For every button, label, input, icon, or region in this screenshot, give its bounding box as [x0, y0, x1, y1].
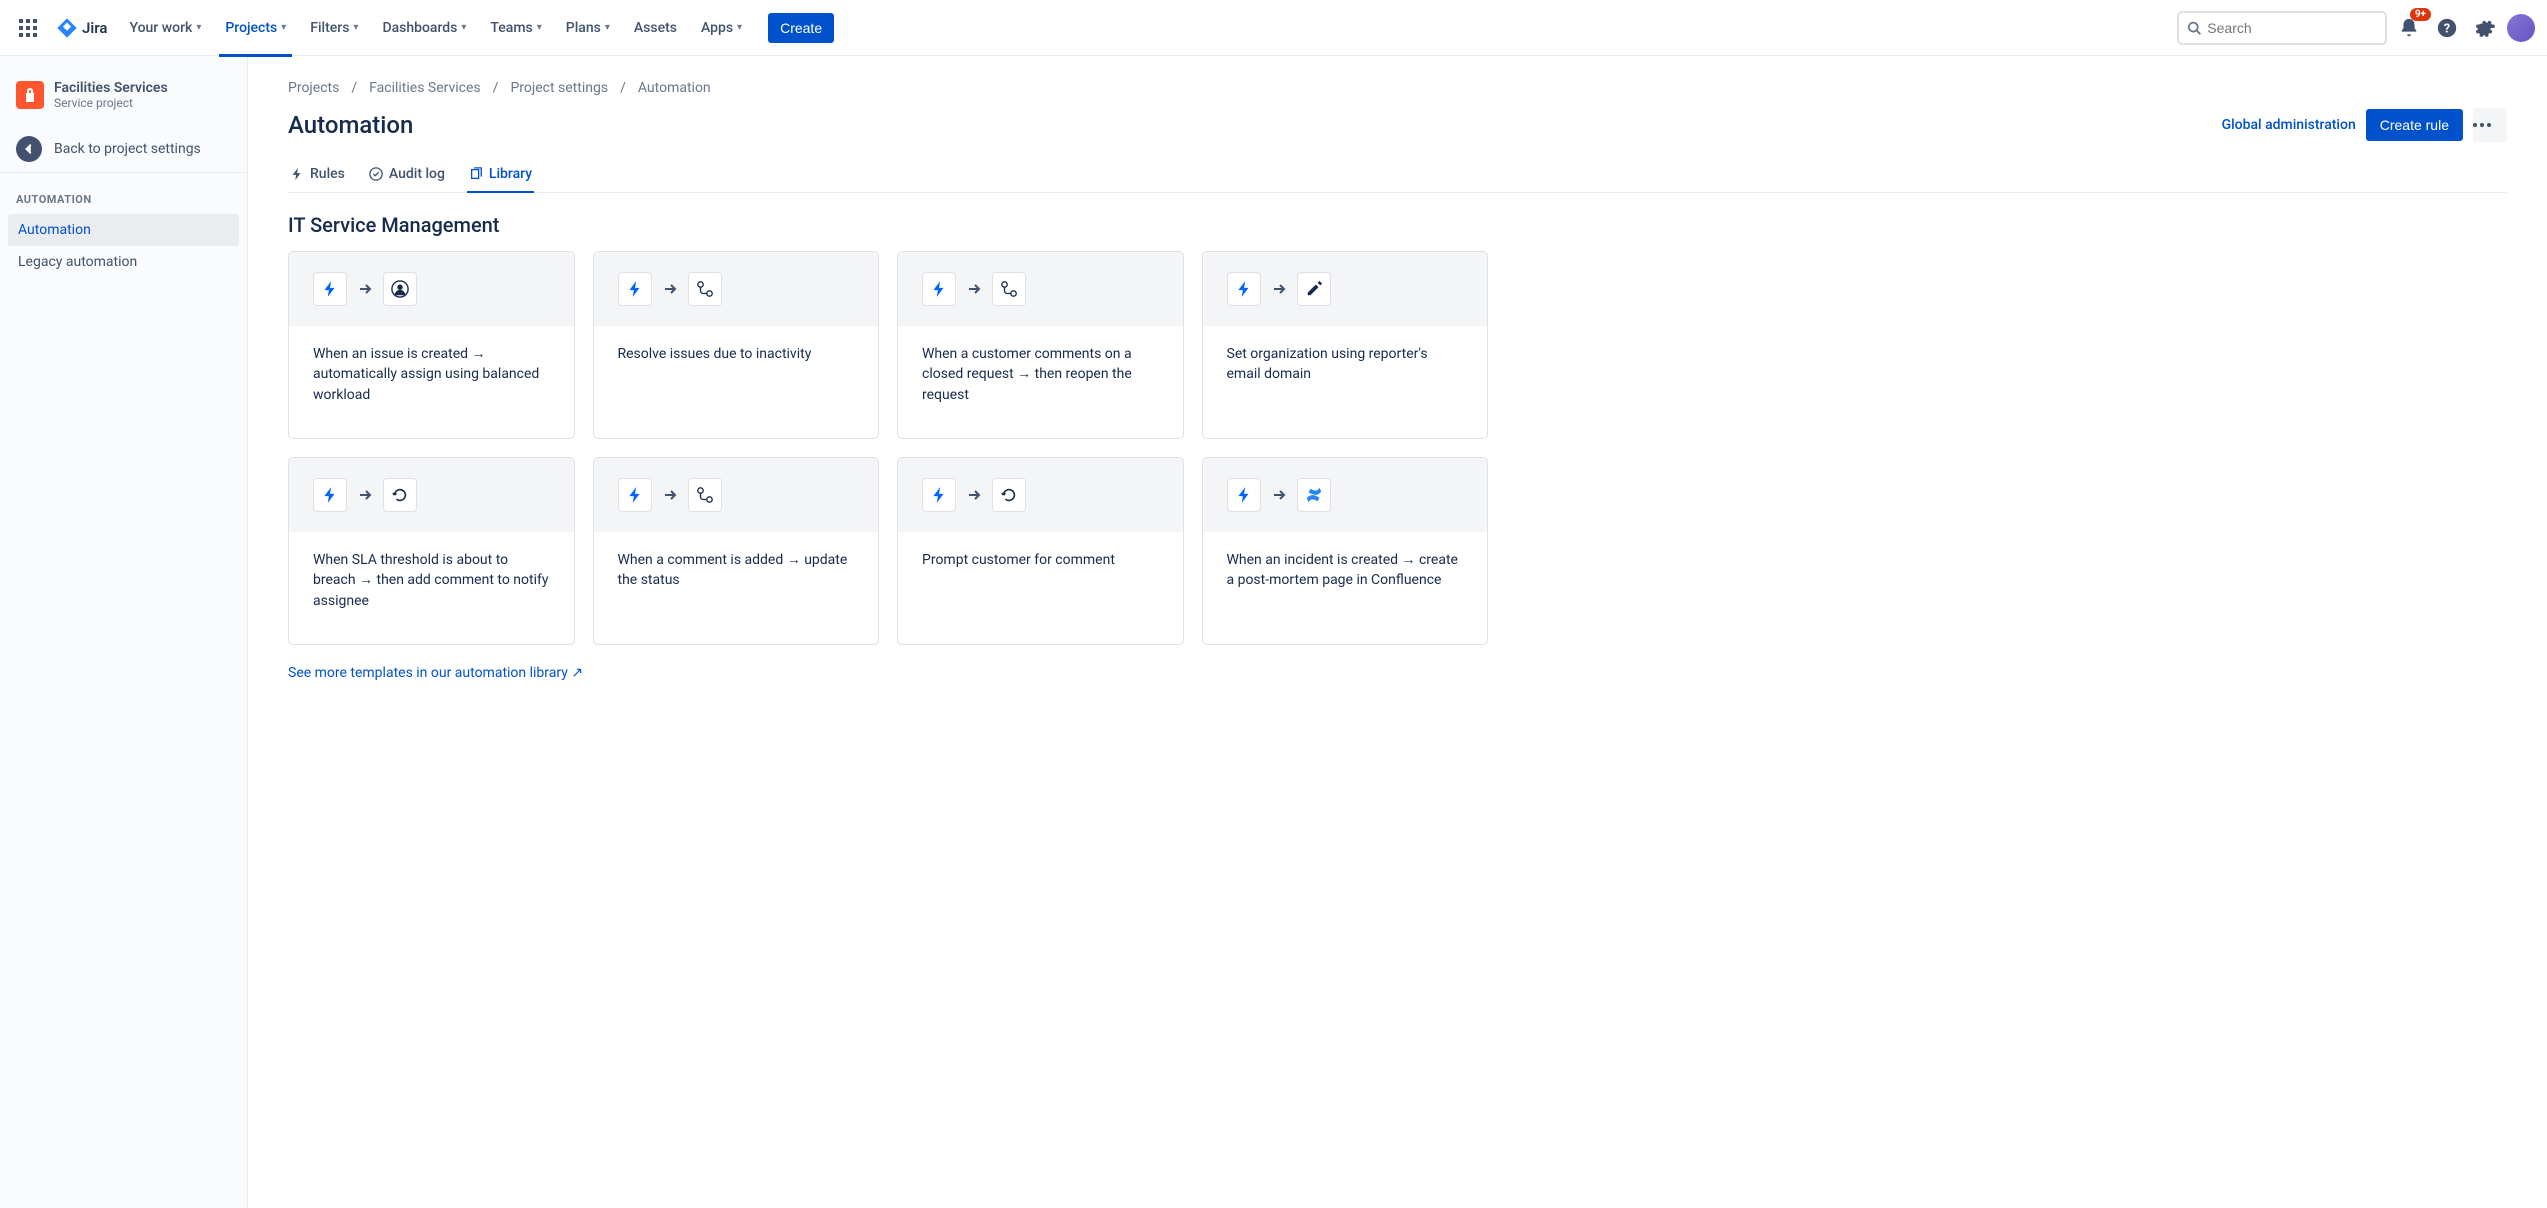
card-description: When SLA threshold is about to breach → …: [289, 532, 574, 644]
arrow-icon: [1271, 487, 1287, 503]
notification-badge: 9+: [2410, 8, 2431, 21]
section-title: IT Service Management: [288, 213, 2507, 237]
template-card[interactable]: When an issue is created → automatically…: [288, 251, 575, 439]
tab-rules[interactable]: Rules: [288, 158, 347, 192]
arrow-icon: [357, 281, 373, 297]
back-arrow-icon: [16, 136, 42, 162]
help-icon[interactable]: ?: [2431, 12, 2463, 44]
arrow-icon: [662, 281, 678, 297]
trigger-icon: [618, 272, 652, 306]
back-to-settings[interactable]: Back to project settings: [0, 126, 247, 173]
action-icon: [1297, 478, 1331, 512]
template-card[interactable]: When an incident is created → create a p…: [1202, 457, 1489, 645]
breadcrumb-automation[interactable]: Automation: [638, 80, 711, 96]
nav-plans[interactable]: Plans▾: [556, 12, 620, 44]
tab-audit-log[interactable]: Audit log: [367, 158, 447, 192]
trigger-icon: [922, 478, 956, 512]
project-header[interactable]: Facilities Services Service project: [8, 76, 239, 126]
action-icon: [688, 478, 722, 512]
action-icon: [383, 272, 417, 306]
action-icon: [383, 478, 417, 512]
action-icon: [992, 272, 1026, 306]
top-nav: Jira Your work▾ Projects▾ Filters▾ Dashb…: [0, 0, 2547, 56]
breadcrumb-projects[interactable]: Projects: [288, 80, 339, 96]
trigger-icon: [313, 478, 347, 512]
trigger-icon: [1227, 272, 1261, 306]
breadcrumb-facilities[interactable]: Facilities Services: [369, 80, 481, 96]
trigger-icon: [922, 272, 956, 306]
card-description: When an incident is created → create a p…: [1203, 532, 1488, 644]
search-icon: [2187, 20, 2201, 36]
more-actions-button[interactable]: [2473, 108, 2507, 142]
template-card[interactable]: Resolve issues due to inactivity: [593, 251, 880, 439]
tabs: Rules Audit log Library: [288, 158, 2507, 193]
card-description: Prompt customer for comment: [898, 532, 1183, 644]
nav-apps[interactable]: Apps▾: [691, 12, 752, 44]
jira-logo[interactable]: Jira: [48, 17, 115, 39]
search-input[interactable]: [2177, 11, 2387, 45]
back-label: Back to project settings: [54, 141, 201, 157]
card-description: When an issue is created → automatically…: [289, 326, 574, 438]
more-icon: [2473, 123, 2491, 127]
see-more-link[interactable]: See more templates in our automation lib…: [288, 665, 2507, 681]
nav-projects[interactable]: Projects▾: [215, 12, 296, 44]
nav-filters[interactable]: Filters▾: [300, 12, 368, 44]
card-description: When a comment is added → update the sta…: [594, 532, 879, 644]
trigger-icon: [618, 478, 652, 512]
template-card[interactable]: When a customer comments on a closed req…: [897, 251, 1184, 439]
create-rule-button[interactable]: Create rule: [2366, 109, 2463, 141]
notifications-icon[interactable]: 9+: [2393, 12, 2425, 44]
template-card[interactable]: Prompt customer for comment: [897, 457, 1184, 645]
sidebar: Facilities Services Service project Back…: [0, 56, 248, 1208]
sidebar-item-automation[interactable]: Automation: [8, 214, 239, 246]
template-card[interactable]: When SLA threshold is about to breach → …: [288, 457, 575, 645]
arrow-icon: [662, 487, 678, 503]
nav-your-work[interactable]: Your work▾: [119, 12, 211, 44]
arrow-icon: [966, 487, 982, 503]
page-title: Automation: [288, 111, 413, 139]
card-grid: When an issue is created → automatically…: [288, 251, 1488, 645]
trigger-icon: [1227, 478, 1261, 512]
action-icon: [688, 272, 722, 306]
settings-icon[interactable]: [2469, 12, 2501, 44]
nav-teams[interactable]: Teams▾: [480, 12, 551, 44]
arrow-icon: [966, 281, 982, 297]
nav-assets[interactable]: Assets: [624, 12, 687, 44]
card-description: Resolve issues due to inactivity: [594, 326, 879, 438]
sidebar-item-legacy[interactable]: Legacy automation: [8, 246, 239, 278]
card-description: When a customer comments on a closed req…: [898, 326, 1183, 438]
arrow-icon: [357, 487, 373, 503]
tab-library[interactable]: Library: [467, 158, 534, 192]
template-card[interactable]: When a comment is added → update the sta…: [593, 457, 880, 645]
breadcrumb: Projects/ Facilities Services/ Project s…: [288, 80, 2507, 96]
template-card[interactable]: Set organization using reporter's email …: [1202, 251, 1489, 439]
sidebar-heading: AUTOMATION: [8, 185, 239, 214]
action-icon: [992, 478, 1026, 512]
jira-logo-text: Jira: [82, 19, 107, 37]
avatar[interactable]: [2507, 14, 2535, 42]
action-icon: [1297, 272, 1331, 306]
lightning-icon: [290, 167, 304, 181]
main-content: Projects/ Facilities Services/ Project s…: [248, 56, 2547, 1208]
project-type: Service project: [54, 96, 168, 110]
check-circle-icon: [369, 167, 383, 181]
search-field[interactable]: [2207, 20, 2377, 36]
create-button[interactable]: Create: [768, 13, 834, 43]
nav-dashboards[interactable]: Dashboards▾: [372, 12, 476, 44]
svg-text:?: ?: [2444, 21, 2450, 36]
breadcrumb-settings[interactable]: Project settings: [510, 80, 608, 96]
card-description: Set organization using reporter's email …: [1203, 326, 1488, 438]
arrow-icon: [1271, 281, 1287, 297]
app-switcher-icon[interactable]: [12, 12, 44, 44]
project-icon: [16, 81, 44, 109]
global-admin-link[interactable]: Global administration: [2222, 117, 2356, 133]
copy-icon: [469, 167, 483, 181]
project-name: Facilities Services: [54, 80, 168, 96]
trigger-icon: [313, 272, 347, 306]
